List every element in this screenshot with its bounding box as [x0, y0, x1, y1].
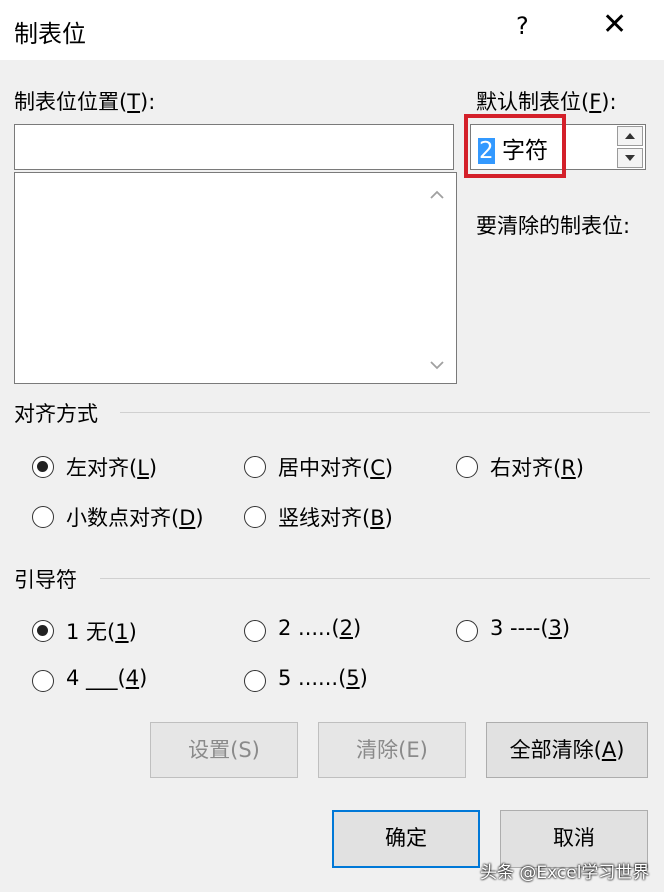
radio-icon[interactable]	[244, 456, 266, 478]
radio-icon[interactable]	[244, 670, 266, 692]
default-tab-value[interactable]: 2 字符	[478, 131, 548, 165]
alignment-divider	[120, 412, 650, 413]
help-button[interactable]: ?	[516, 12, 529, 40]
spin-down-button[interactable]	[617, 148, 643, 168]
clear-all-button[interactable]: 全部清除(A)	[486, 722, 648, 778]
leader-divider	[100, 578, 650, 579]
radio-icon[interactable]	[456, 620, 478, 642]
triangle-up-icon	[625, 133, 635, 139]
scroll-up-icon[interactable]	[424, 182, 450, 208]
tab-position-list[interactable]	[14, 172, 457, 384]
radio-icon[interactable]	[456, 456, 478, 478]
radio-icon[interactable]	[32, 670, 54, 692]
tab-position-label: 制表位位置(T):	[14, 90, 156, 114]
radio-checked-icon[interactable]	[32, 456, 54, 478]
set-button[interactable]: 设置(S)	[150, 722, 298, 778]
scroll-down-icon[interactable]	[424, 352, 450, 378]
ok-button[interactable]: 确定	[332, 810, 480, 868]
clear-button[interactable]: 清除(E)	[318, 722, 466, 778]
title-bar	[0, 0, 664, 60]
leader-group-title: 引导符	[14, 568, 77, 592]
tabs-to-clear-label: 要清除的制表位:	[476, 214, 631, 238]
triangle-down-icon	[625, 155, 635, 161]
radio-icon[interactable]	[32, 506, 54, 528]
radio-icon[interactable]	[244, 620, 266, 642]
radio-icon[interactable]	[244, 506, 266, 528]
radio-checked-icon[interactable]	[32, 620, 54, 642]
default-tab-label: 默认制表位(F):	[476, 90, 617, 114]
dialog-title: 制表位	[14, 20, 86, 48]
close-button[interactable]: ✕	[602, 10, 627, 40]
tab-position-input[interactable]	[14, 124, 454, 170]
spin-up-button[interactable]	[617, 126, 643, 146]
watermark: 头条 @Excel学习世界	[480, 863, 650, 883]
alignment-group-title: 对齐方式	[14, 402, 98, 426]
